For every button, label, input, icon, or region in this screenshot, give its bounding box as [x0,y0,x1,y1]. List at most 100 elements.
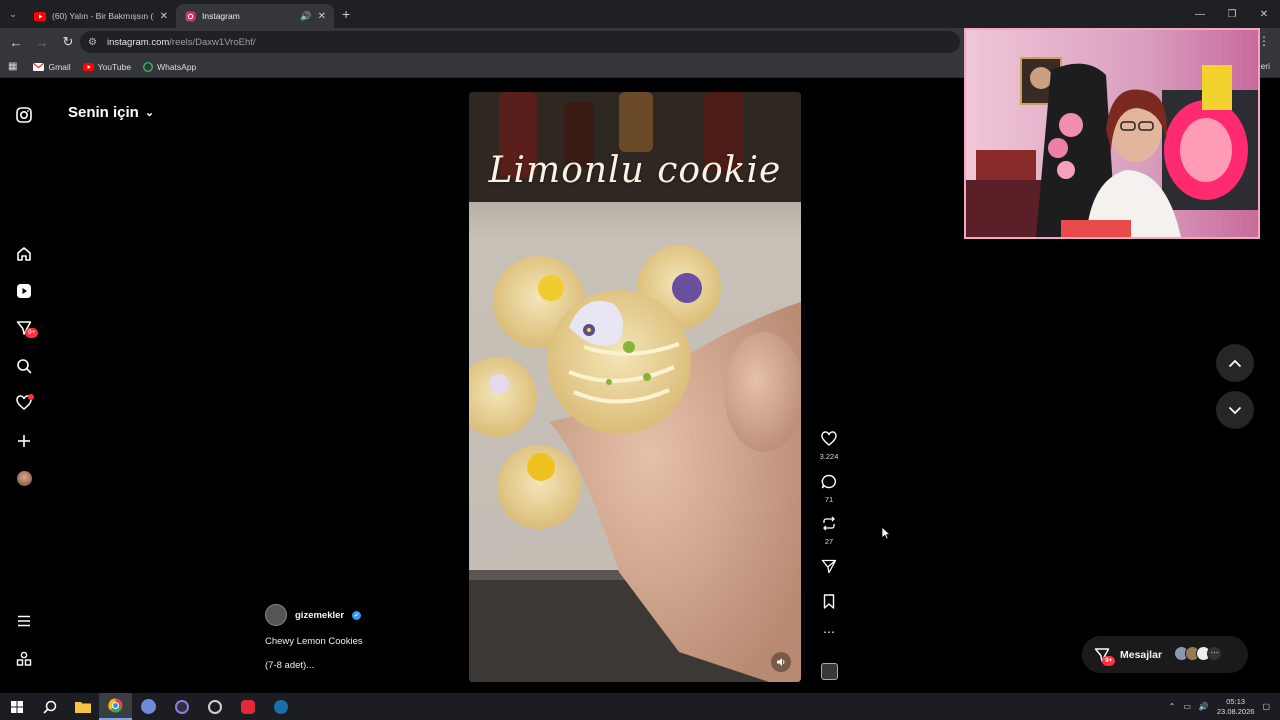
reel-author[interactable]: gizemekler ✓ [265,604,362,626]
repost-icon [823,516,835,531]
chat-app-icon[interactable] [231,693,264,720]
messages-icon: 9+ [1094,647,1116,666]
more-options-icon[interactable]: ⋯ [816,625,842,639]
also-from-meta-icon[interactable] [13,648,35,670]
chevron-down-icon [1228,406,1242,414]
system-tray: ⌃ ▭ 🔊 05:13 23.08.2026 ▢ [1169,693,1280,720]
reload-icon[interactable]: ↻ [56,30,80,54]
reel-caption-line1: Chewy Lemon Cookies [265,636,363,647]
tab-title: (60) Yalın - Bir Bakmışsın (Full A... [52,11,154,21]
share-button[interactable] [816,559,842,579]
url-host: instagram.com [106,36,170,48]
start-icon[interactable] [0,693,33,720]
next-reel-button[interactable] [1216,391,1254,429]
youtube-icon [34,10,46,22]
restore-icon[interactable]: ❐ [1216,0,1248,28]
chevron-down-icon: ⌄ [144,107,155,119]
home-icon[interactable] [13,243,35,265]
instagram-logo-icon[interactable] [13,104,35,126]
bookmark-youtube[interactable]: YouTube [82,61,132,72]
site-info-icon[interactable]: ⚙ [88,37,97,48]
comment-count: 71 [824,495,834,504]
address-bar[interactable]: ⚙ instagram.com/reels/Daxw1VroEhf/ [80,31,960,53]
back-icon[interactable]: ← [4,30,28,54]
verified-badge-icon: ✓ [352,610,362,620]
like-button[interactable]: 3.224 [816,431,842,461]
author-username[interactable]: gizemekler [295,610,344,621]
messages-badge: 9+ [1102,655,1116,666]
left-sidebar: 9+ [0,79,50,693]
notification-dot [28,394,34,400]
gmail-icon [33,62,45,71]
bookmark-label: WhatsApp [157,61,197,72]
chrome-icon[interactable] [99,693,132,720]
streamlabs-icon[interactable] [198,693,231,720]
reel-overlay-text: Limonlu cookie [488,150,782,191]
youtube-icon [82,62,94,71]
tab-youtube[interactable]: (60) Yalın - Bir Bakmışsın (Full A... ✕ [26,4,176,28]
notification-badge: 9+ [25,328,39,338]
profile-avatar[interactable] [13,467,35,489]
apps-grid-icon[interactable]: ▦ [8,61,17,72]
comment-button[interactable]: 71 [816,474,842,504]
create-plus-icon[interactable] [13,430,35,452]
search-icon[interactable] [13,355,35,377]
clock[interactable]: 05:13 23.08.2026 [1217,697,1255,717]
feed-selector[interactable]: Senin için ⌄ [68,104,154,121]
save-button[interactable] [816,594,842,614]
tab-search-icon[interactable]: ⌄ [0,9,26,20]
new-tab-button[interactable]: + [342,6,350,22]
tab-title: Instagram [202,11,240,21]
like-count: 3.224 [819,452,839,461]
tab-instagram[interactable]: Instagram 🔊 ✕ [176,4,334,28]
webcam-overlay [964,28,1260,239]
clock-date: 23.08.2026 [1216,706,1255,716]
instagram-icon [184,10,196,22]
share-icon [821,559,837,574]
close-window-icon[interactable]: ✕ [1248,0,1280,28]
steam-icon[interactable] [264,693,297,720]
speaker-icon[interactable]: 🔊 [300,11,311,22]
bookmark-label: YouTube [97,61,132,72]
taskbar-search-icon[interactable] [33,693,66,720]
chevron-up-icon [1228,359,1242,367]
whatsapp-icon [143,61,153,72]
comment-icon [821,474,837,489]
messages-button[interactable]: 9+ Mesajlar ⋯ [1082,636,1248,673]
network-icon[interactable]: ▭ [1183,702,1191,711]
tray-expand-icon[interactable]: ⌃ [1169,702,1176,711]
heart-icon [821,431,837,446]
bookmark-label: Gmail [48,61,71,72]
window-controls: — ❐ ✕ [1184,0,1280,28]
discord-icon[interactable] [132,693,165,720]
bookmarks-more[interactable]: eri [1261,61,1270,71]
volume-icon[interactable] [771,652,791,672]
minimize-icon[interactable]: — [1184,0,1216,28]
volume-tray-icon[interactable]: 🔊 [1199,702,1209,711]
close-tab-icon[interactable]: ✕ [318,11,326,22]
url-path: /reels/Daxw1VroEhf/ [169,36,256,48]
file-explorer-icon[interactable] [66,693,99,720]
repost-count: 27 [824,537,834,546]
bookmark-icon [823,594,835,609]
notifications-icon[interactable]: ▢ [1262,702,1270,711]
repost-button[interactable]: 27 [816,516,842,546]
close-tab-icon[interactable]: ✕ [160,11,168,22]
more-menu-icon[interactable] [13,610,35,632]
browser-tab-strip: ⌄ (60) Yalın - Bir Bakmışsın (Full A... … [0,0,1280,28]
feed-title: Senin için [68,104,139,121]
bookmark-whatsapp[interactable]: WhatsApp [143,62,196,72]
previous-reel-button[interactable] [1216,344,1254,382]
bookmark-gmail[interactable]: Gmail [33,61,71,72]
reels-icon[interactable] [13,280,35,302]
reel-caption-line2[interactable]: (7-8 adet)... [265,660,314,671]
notifications-heart-icon[interactable] [13,392,35,414]
more-contacts-icon: ⋯ [1207,646,1222,661]
obs-icon[interactable] [165,693,198,720]
audio-thumbnail[interactable] [821,663,838,680]
forward-icon[interactable]: → [30,30,54,54]
reel-video[interactable]: Limonlu cookie [469,92,801,682]
recent-contacts: ⋯ [1174,646,1222,661]
direct-messages-icon[interactable]: 9+ [13,317,39,339]
author-avatar[interactable] [265,604,287,626]
